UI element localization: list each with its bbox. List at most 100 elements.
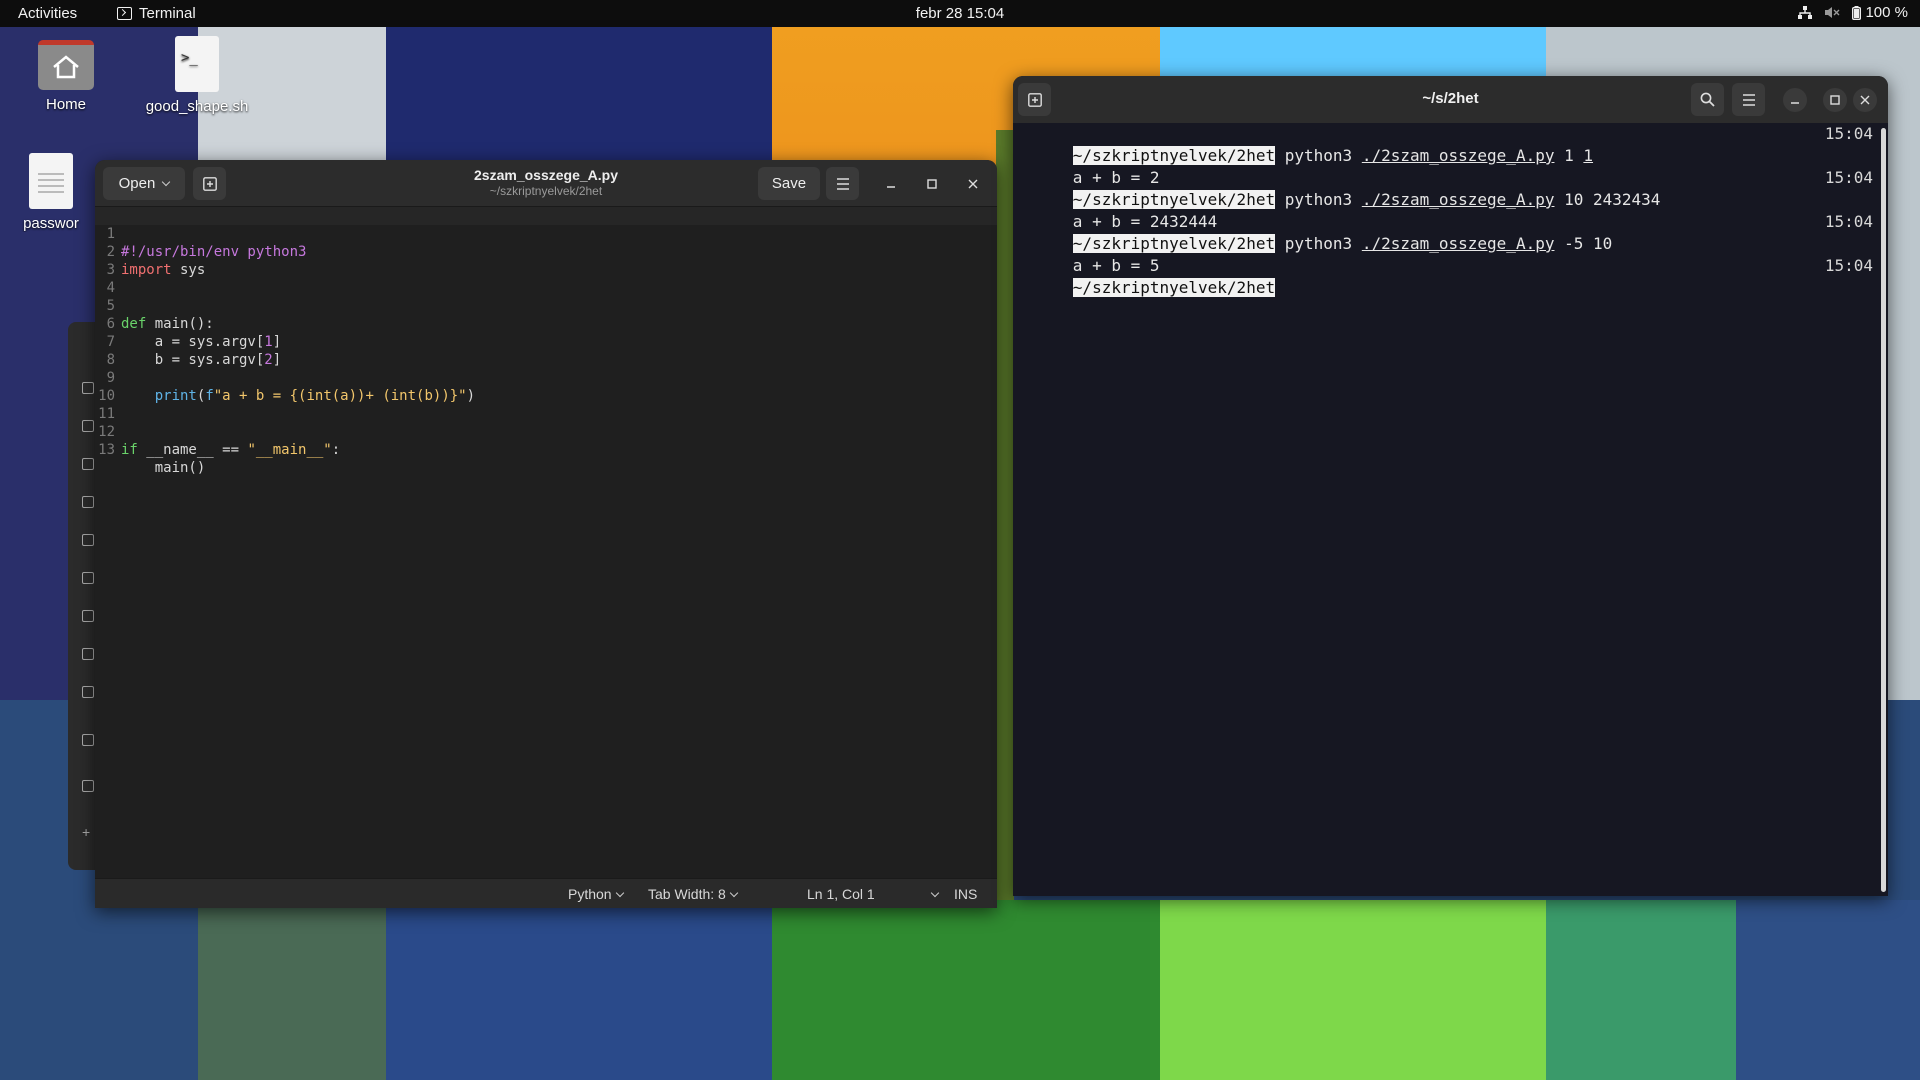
terminal-command-line: ~/szkriptnyelvek/2het python3 ./2szam_os… [1013,123,1881,165]
minimize-icon [887,186,895,188]
editor-headerbar: Open 2szam_osszege_A.py ~/szkriptnyelvek… [95,160,997,207]
network-icon [1798,6,1813,19]
maximize-button[interactable] [920,172,944,196]
hamburger-icon [836,177,849,190]
code-line: 8 [95,333,997,368]
code-line: 6 a = sys.argv[1] [95,297,997,350]
starred-icon[interactable] [82,420,94,432]
terminal-command-line: ~/szkriptnyelvek/2het 15:04 [1013,255,1881,297]
script-file-icon: >_ [175,36,219,92]
command-time: 15:04 [1824,168,1873,187]
trash-icon[interactable] [82,686,94,698]
desktop-icon-label: Home [45,96,86,113]
command-time: 15:04 [1824,124,1873,143]
chevron-down-icon [729,888,739,897]
hamburger-icon [1742,93,1755,106]
app-menu[interactable]: Terminal [117,5,196,22]
cursor-position-selector[interactable]: Ln 1, Col 1 [807,886,939,902]
terminal-output-line: a + b = 2 [1013,145,1881,187]
folder-icon[interactable] [82,780,94,792]
terminal-window: ~/s/2het ~/szkriptnyelvek/2het python3 .… [1013,76,1888,896]
save-button[interactable]: Save [758,167,820,200]
code-line: 7 b = sys.argv[2] [95,315,997,368]
maximize-button[interactable] [1823,88,1847,112]
language-selector[interactable]: Python [568,886,624,902]
new-tab-icon [1027,92,1042,107]
code-line: 5 def main(): [95,279,997,332]
pictures-icon[interactable] [82,610,94,622]
recent-icon[interactable] [82,382,94,394]
new-tab-button[interactable] [1018,83,1051,116]
drive-icon[interactable] [82,734,94,746]
code-line: 9 print(f"a + b = {(int(a))+ (int(b))}") [95,351,997,404]
terminal-output-line: a + b = 2432444 [1013,189,1881,231]
videos-icon[interactable] [82,648,94,660]
minimize-button[interactable] [1783,88,1807,112]
document-path: ~/szkriptnyelvek/2het [489,184,603,198]
code-line: 13 main() [95,423,997,476]
line-number: 13 [98,442,115,458]
chevron-down-icon [930,888,939,897]
terminal-scrollbar[interactable] [1881,128,1886,892]
document-title: 2szam_osszege_A.py [474,167,618,183]
code-line: 10 [95,369,997,404]
terminal-menu-button[interactable] [1732,83,1765,116]
terminal-headerbar: ~/s/2het [1013,76,1888,123]
language-label: Python [568,886,612,902]
add-location-icon[interactable]: + [82,825,94,839]
clock[interactable]: febr 28 15:04 [916,5,1004,22]
close-icon [1860,95,1870,105]
close-button[interactable] [961,172,985,196]
code-line: 12 if __name__ == "__main__": [95,405,997,458]
code-editor[interactable]: 1 #!/usr/bin/env python3 2 import sys 3 … [95,207,997,878]
home-folder-icon [38,40,94,90]
battery-icon [1852,5,1862,20]
insert-mode-label: INS [954,886,978,902]
code-line: 3 [95,243,997,278]
code-line: 4 [95,261,997,296]
tab-width-label: Tab Width: 8 [648,886,726,902]
close-icon [968,179,978,189]
code-text: if __name__ == "__main__": [121,442,341,458]
minimize-icon [1791,102,1799,104]
code-line: 11 [95,387,997,422]
command-time: 15:04 [1824,256,1873,275]
cursor-position-label: Ln 1, Col 1 [807,886,875,902]
close-button[interactable] [1853,88,1877,112]
code-line: 1 #!/usr/bin/env python3 [95,207,997,260]
text-file-icon [29,153,73,209]
insert-mode-indicator[interactable]: INS [954,886,977,902]
command-time: 15:04 [1824,212,1873,231]
search-icon [1700,92,1715,107]
maximize-icon [1830,95,1840,105]
terminal-command-line: ~/szkriptnyelvek/2het python3 ./2szam_os… [1013,167,1881,209]
desktop-icon-home[interactable]: Home [6,40,126,113]
search-button[interactable] [1691,83,1724,116]
desktop-icon-good-shape[interactable]: >_ good_shape.sh [137,36,257,115]
chevron-down-icon [615,888,624,897]
shell-prompt: ~/szkriptnyelvek/2het [1072,278,1276,297]
editor-statusbar: Python Tab Width: 8 Ln 1, Col 1 INS [95,878,997,908]
terminal-title: ~/s/2het [1422,90,1479,107]
save-button-label: Save [771,175,807,192]
minimize-button[interactable] [879,172,903,196]
tab-width-selector[interactable]: Tab Width: 8 [648,886,739,902]
terminal-output[interactable]: ~/szkriptnyelvek/2het python3 ./2szam_os… [1013,123,1881,896]
terminal-icon [117,7,132,20]
desktop-icon-label: passwor [23,215,79,232]
volume-muted-icon [1825,7,1840,18]
terminal-output-line: a + b = 5 [1013,233,1881,275]
terminal-command-line: ~/szkriptnyelvek/2het python3 ./2szam_os… [1013,211,1881,253]
main-menu-button[interactable] [826,167,859,200]
documents-icon[interactable] [82,496,94,508]
battery-level: 100 % [1865,4,1908,21]
music-icon[interactable] [82,572,94,584]
desktop-icon-password[interactable]: passwor [6,153,96,232]
system-tray[interactable]: 100 % [1798,4,1908,21]
top-bar: Activities Terminal febr 28 15:04 100 % [0,0,1920,27]
home-icon[interactable] [82,458,94,470]
maximize-icon [927,179,937,189]
downloads-icon[interactable] [82,534,94,546]
code-line: 2 import sys [95,225,997,278]
activities-button[interactable]: Activities [18,5,77,22]
